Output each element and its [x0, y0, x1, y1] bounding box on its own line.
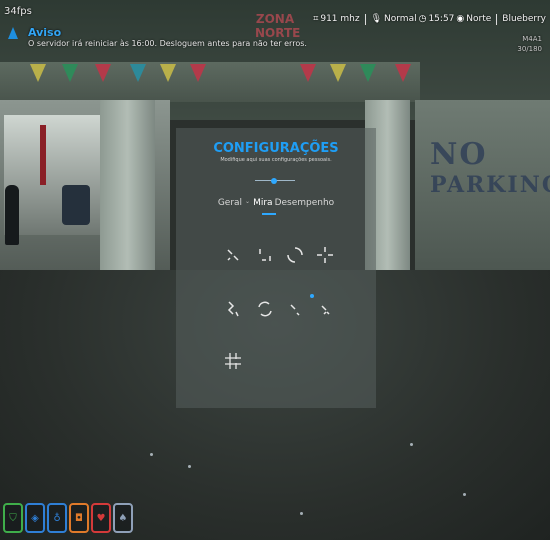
compass-direction: Norte [466, 14, 492, 24]
particle [188, 465, 191, 468]
particle [300, 512, 303, 515]
hotbar-slot[interactable]: ⛉ [3, 503, 23, 533]
lungs-icon: ♠ [118, 512, 128, 524]
no-parking-sign: NO PARKING [430, 140, 550, 200]
fps-counter: 34fps [4, 6, 32, 17]
crosshair-option[interactable] [314, 244, 336, 266]
bunting-flag [360, 64, 376, 82]
bunting-flag [130, 64, 146, 82]
weapon-name: M4A1 [522, 35, 542, 43]
hotbar-slot[interactable]: ♥ [91, 503, 111, 533]
sign-line1: NO [430, 137, 488, 172]
divider-dot-icon [271, 178, 277, 184]
tab-geral[interactable]: Geral [217, 198, 243, 208]
divider [496, 13, 498, 25]
crosshair-hash-icon [225, 353, 241, 369]
parked-car [62, 185, 90, 225]
notification-message: O servidor irá reiniciar às 16:00. Deslo… [28, 39, 307, 48]
bunting-flag [30, 64, 46, 82]
crosshair-circle-icon [287, 247, 303, 263]
crosshair-option[interactable] [222, 350, 244, 372]
bottle-icon: ♁ [53, 512, 61, 524]
status-hotbar: ⛉ ◈ ♁ ◘ ♥ ♠ [3, 503, 133, 533]
bunting-flag [395, 64, 411, 82]
bunting-flag [95, 64, 111, 82]
lift-post [40, 125, 46, 185]
radio-icon: ⌗ [313, 14, 319, 24]
active-tab-indicator [262, 213, 276, 215]
shield-icon: ⛉ [9, 512, 17, 524]
hotbar-slot[interactable]: ◘ [69, 503, 89, 533]
crosshair-option-selected[interactable] [310, 294, 336, 320]
hotbar-slot[interactable]: ♠ [113, 503, 133, 533]
particle [150, 453, 153, 456]
microphone-icon: 🎙 [370, 14, 383, 24]
hotbar-slot[interactable]: ◈ [25, 503, 45, 533]
divider [364, 13, 366, 25]
drop-icon: ◈ [31, 512, 39, 524]
bunting-flag [300, 64, 316, 82]
settings-title: CONFIGURAÇÕES [213, 141, 339, 156]
location-pin-icon: ◉ [456, 14, 465, 24]
clock-icon: ◷ [418, 14, 427, 24]
crosshair-option[interactable] [222, 298, 244, 320]
weapon-info: M4A1 30/180 [517, 34, 542, 54]
crosshair-option[interactable] [222, 244, 244, 266]
caret-icon: ⌄ [245, 198, 251, 205]
tab-desempenho[interactable]: Desempenho [274, 198, 336, 208]
settings-panel [176, 128, 376, 408]
tab-mira[interactable]: Mira [252, 198, 273, 208]
npc-character [5, 185, 19, 245]
crosshair-zigzag-icon [227, 301, 239, 317]
bunting-flag [62, 64, 78, 82]
sign-line2: PARKING [430, 172, 550, 198]
game-time: 15:57 [428, 14, 455, 24]
weapon-ammo: 30/180 [517, 45, 542, 53]
particle [410, 443, 413, 446]
settings-tabs: Geral ⌄ Mira Desempenho [176, 198, 376, 208]
crosshair-option[interactable] [254, 244, 276, 266]
crosshair-option[interactable] [284, 298, 306, 320]
street-location: Blueberry [502, 14, 546, 24]
crosshair-diagonal-icon [227, 249, 239, 261]
crosshair-ring-icon [258, 301, 272, 317]
crosshair-split-icon [259, 249, 271, 261]
notification: Aviso O servidor irá reiniciar às 16:00.… [4, 22, 307, 56]
particle [463, 493, 466, 496]
bunting-flag [190, 64, 206, 82]
crosshair-dots-icon [321, 305, 330, 315]
crosshair-slash-icon [290, 304, 300, 316]
warning-icon [8, 27, 18, 39]
bunting-flag [160, 64, 176, 82]
bunting-flag [330, 64, 346, 82]
food-icon: ◘ [75, 512, 83, 524]
settings-subtitle: Modifique aqui suas configurações pessoa… [220, 157, 332, 163]
crosshair-plus-icon [317, 247, 333, 263]
pillar [100, 100, 155, 295]
hotbar-slot[interactable]: ♁ [47, 503, 67, 533]
radio-frequency: 911 mhz [320, 14, 360, 24]
voice-mode: Normal [384, 14, 417, 24]
notification-title: Aviso [28, 26, 62, 39]
crosshair-option[interactable] [254, 298, 276, 320]
heart-icon: ♥ [96, 512, 106, 524]
crosshair-option[interactable] [284, 244, 306, 266]
status-bar: ⌗ 911 mhz 🎙 Normal ◷ 15:57 ◉ Norte Blueb… [313, 12, 546, 26]
